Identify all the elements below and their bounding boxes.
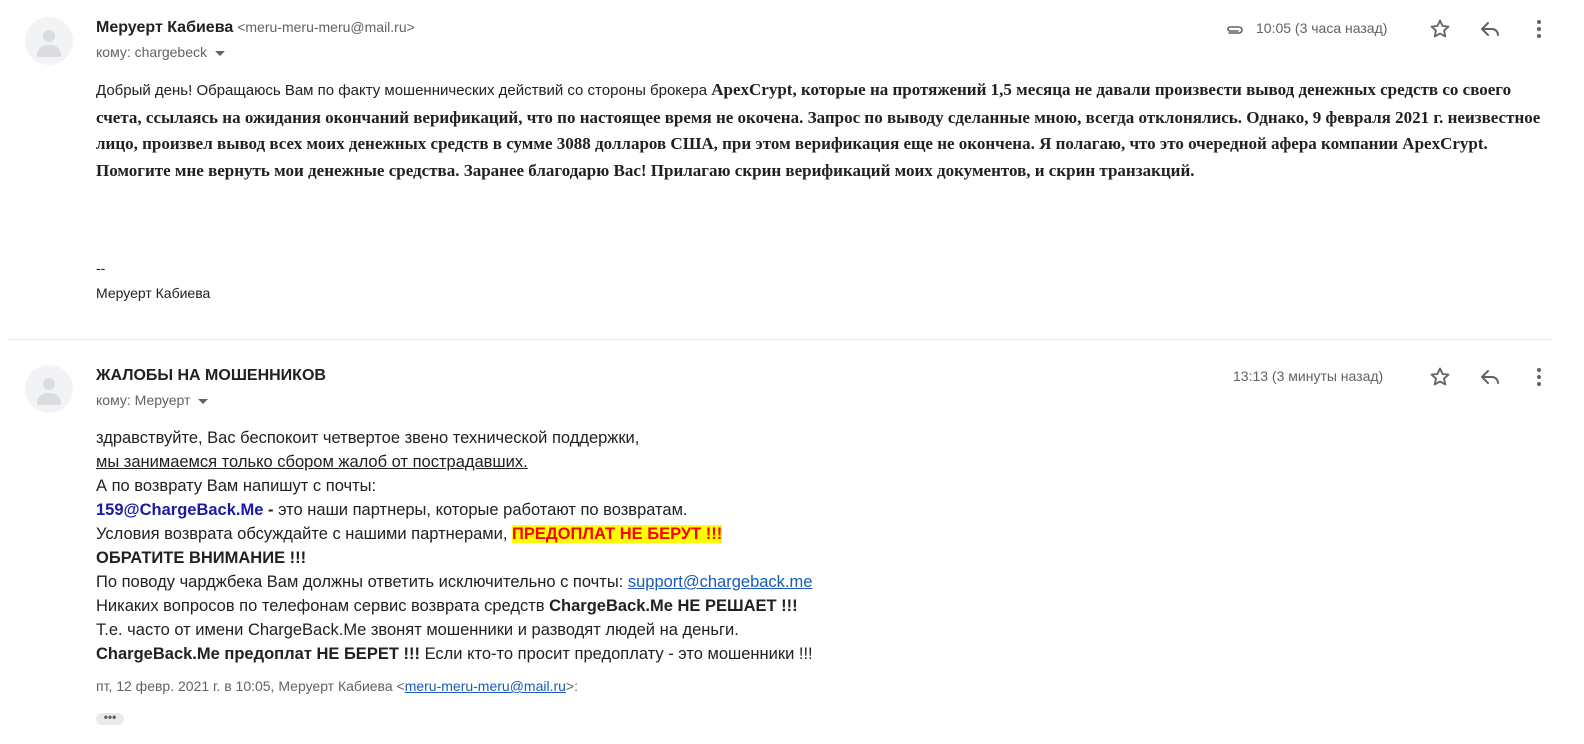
message-time[interactable]: 10:05 (3 часа назад) xyxy=(1256,20,1387,36)
body-line: здравствуйте, Вас беспокоит четвертое зв… xyxy=(96,429,640,447)
star-icon[interactable] xyxy=(1428,17,1452,41)
body-line: ChargeBack.Me предоплат НЕ БЕРЕТ !!! Есл… xyxy=(96,642,813,666)
quoted-header: пт, 12 февр. 2021 г. в 10:05, Меруерт Ка… xyxy=(96,678,578,694)
signature-dash: -- xyxy=(96,260,106,276)
partner-email: 159@ChargeBack.Me xyxy=(96,501,264,519)
dash: - xyxy=(263,501,279,519)
avatar-body xyxy=(37,393,61,405)
body-line: Никаких вопросов по телефонам сервис воз… xyxy=(96,594,813,618)
body-text: Условия возврата обсуждайте с нашими пар… xyxy=(96,525,513,543)
body-text: это наши партнеры, которые работают по в… xyxy=(278,501,688,519)
message-body: Добрый день! Обращаюсь Вам по факту моше… xyxy=(96,77,1546,184)
recipient-label: кому: Меруерт xyxy=(96,392,191,408)
sender-header: Меруерт Кабиева <meru-meru-meru@mail.ru> xyxy=(96,19,415,37)
message-body: здравствуйте, Вас беспокоит четвертое зв… xyxy=(96,426,813,666)
body-line: мы занимаемся только сбором жалоб от пос… xyxy=(96,450,813,474)
body-line: 159@ChargeBack.Me - это наши партнеры, к… xyxy=(96,498,813,522)
more-options-icon[interactable] xyxy=(1527,365,1551,389)
show-trimmed-content-button[interactable]: ••• xyxy=(96,711,124,725)
body-text: По поводу чарджбека Вам должны ответить … xyxy=(96,573,628,591)
sender-avatar[interactable] xyxy=(25,365,73,413)
more-options-icon[interactable] xyxy=(1527,17,1551,41)
star-icon[interactable] xyxy=(1428,365,1452,389)
signature-name: Меруерт Кабиева xyxy=(96,285,211,301)
sender-name[interactable]: Меруерт Кабиева xyxy=(96,19,233,36)
sender-email: <meru-meru-meru@mail.ru> xyxy=(237,19,415,35)
recipient-line[interactable]: кому: Меруерт xyxy=(96,392,209,408)
reply-icon[interactable] xyxy=(1478,365,1502,389)
message-divider xyxy=(8,339,1552,340)
avatar-body xyxy=(37,45,61,57)
message-time[interactable]: 13:13 (3 минуты назад) xyxy=(1233,368,1383,384)
sender-name[interactable]: ЖАЛОБЫ НА МОШЕННИКОВ xyxy=(96,367,326,385)
chevron-down-icon[interactable] xyxy=(215,50,226,56)
body-line: По поводу чарджбека Вам должны ответить … xyxy=(96,570,813,594)
body-text: Если кто-то просит предоплату - это моше… xyxy=(419,645,813,663)
reply-icon[interactable] xyxy=(1478,17,1502,41)
avatar-head xyxy=(43,30,55,42)
support-email-link[interactable]: support@chargeback.me xyxy=(628,573,813,591)
recipient-line[interactable]: кому: chargebeck xyxy=(96,44,226,60)
paperclip-icon xyxy=(1224,22,1246,38)
body-text: Никаких вопросов по телефонам сервис воз… xyxy=(96,597,550,615)
bold-text: ChargeBack.Me НЕ РЕШАЕТ !!! xyxy=(549,597,798,615)
quote-suffix: >: xyxy=(565,678,578,694)
quote-email-link[interactable]: meru-meru-meru@mail.ru xyxy=(405,678,566,694)
sender-avatar[interactable] xyxy=(25,17,73,65)
quote-prefix: пт, 12 февр. 2021 г. в 10:05, Меруерт Ка… xyxy=(96,678,405,694)
chevron-down-icon[interactable] xyxy=(198,398,209,404)
bold-text: ChargeBack.Me предоплат НЕ БЕРЕТ !!! xyxy=(96,645,420,663)
body-line: Условия возврата обсуждайте с нашими пар… xyxy=(96,522,813,546)
body-lead: Добрый день! Обращаюсь Вам по факту моше… xyxy=(96,82,712,99)
underlined-text: мы занимаемся только сбором жалоб от пос… xyxy=(96,453,528,471)
avatar-head xyxy=(43,378,55,390)
body-line: Т.е. часто от имени ChargeBack.Me звонят… xyxy=(96,621,739,639)
recipient-label: кому: chargebeck xyxy=(96,44,208,60)
warning-highlight: ПРЕДОПЛАТ НЕ БЕРУТ !!! xyxy=(512,525,723,543)
attention-heading: ОБРАТИТЕ ВНИМАНИЕ !!! xyxy=(96,549,307,567)
body-line: А по возврату Вам напишут с почты: xyxy=(96,477,377,495)
